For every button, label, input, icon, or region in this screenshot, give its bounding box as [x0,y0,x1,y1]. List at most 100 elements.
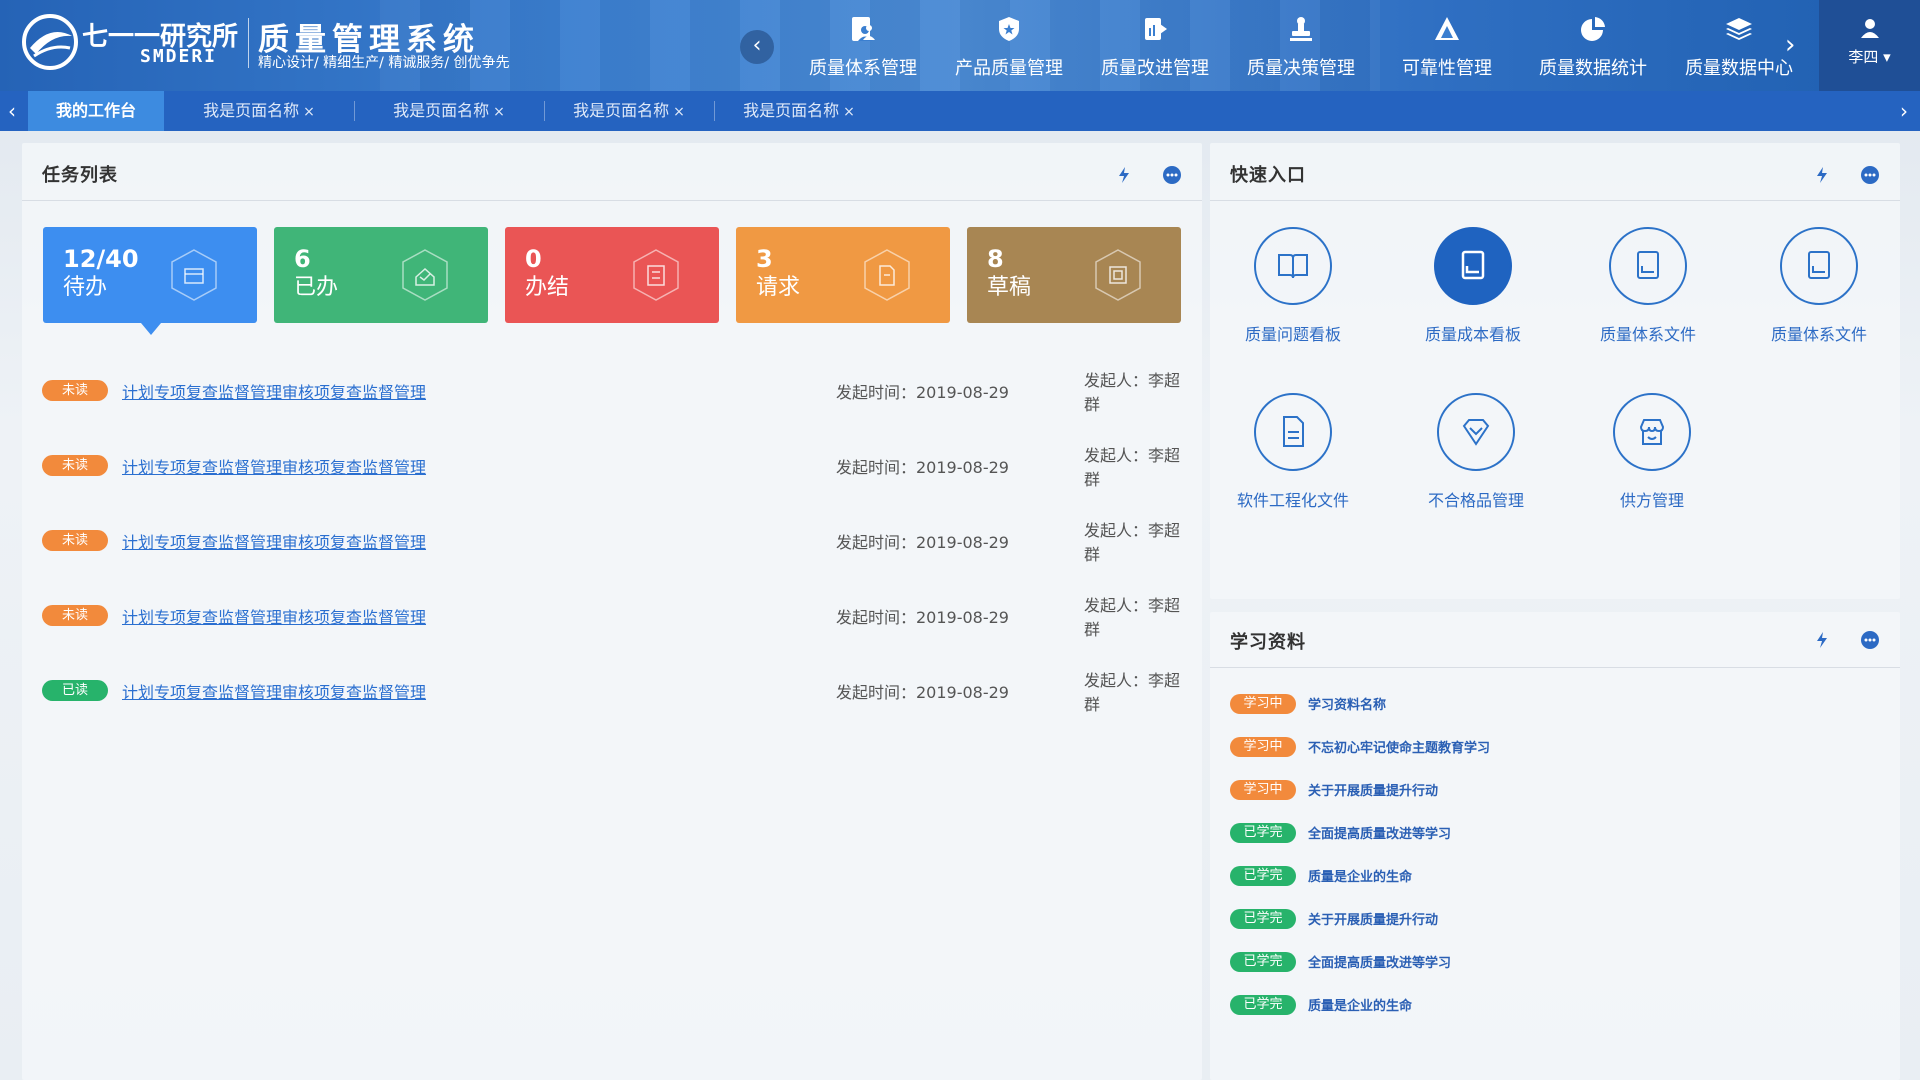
panel-title: 快速入口 [1230,165,1306,186]
learning-item[interactable]: 学习中 不忘初心牢记使命主题教育学习 [1230,725,1490,768]
tab-label: 我是页面名称 [743,101,840,120]
quick-entry-item[interactable]: 不合格品管理 [1396,393,1556,511]
task-title-link[interactable]: 计划专项复查监督管理审核项复查监督管理 [122,529,426,553]
tab-close-icon[interactable]: × [673,104,685,120]
nav-item-product-quality[interactable]: 产品质量管理 [936,0,1082,91]
more-icon[interactable] [1860,165,1880,185]
task-time: 发起时间：2019-08-29 [836,532,1009,552]
slogan: 精心设计/ 精细生产/ 精诚服务/ 创优争先 [258,55,510,71]
user-menu[interactable]: 李四 ▾ [1819,0,1920,91]
tab-page[interactable]: 我是页面名称 × [354,91,544,131]
top-header: 七一一研究所 SMDERI 质量管理系统 精心设计/ 精细生产/ 精诚服务/ 创… [0,0,1920,91]
refresh-icon[interactable] [1114,165,1134,185]
tab-close-icon[interactable]: × [493,104,505,120]
stat-request[interactable]: 3 请求 [736,227,950,323]
panel-header: 学习资料 [1210,612,1900,668]
status-badge: 学习中 [1230,693,1296,714]
status-badge: 学习中 [1230,779,1296,800]
checklist-icon [633,249,679,301]
panel-tools [1812,165,1880,185]
task-title-link[interactable]: 计划专项复查监督管理审核项复查监督管理 [122,454,426,478]
nav-item-quality-stats[interactable]: 质量数据统计 [1520,0,1666,91]
stat-draft[interactable]: 8 草稿 [967,227,1181,323]
task-title-link[interactable]: 计划专项复查监督管理审核项复查监督管理 [122,679,426,703]
tab-label: 我是页面名称 [393,101,490,120]
quick-entry-label: 不合格品管理 [1427,491,1524,510]
learning-item[interactable]: 已学完 质量是企业的生命 [1230,983,1490,1026]
quick-entry-label: 质量体系文件 [1599,325,1696,344]
learning-title[interactable]: 不忘初心牢记使命主题教育学习 [1308,737,1490,756]
learning-title[interactable]: 关于开展质量提升行动 [1308,909,1438,928]
refresh-icon[interactable] [1812,165,1832,185]
task-row: 未读 计划专项复查监督管理审核项复查监督管理 发起时间：2019-08-29 发… [42,503,1182,578]
nav-next-button[interactable]: › [1785,30,1795,60]
task-initiator: 发起人：李超群 [1084,595,1181,639]
quick-entry-item[interactable]: 质量成本看板 [1393,227,1553,345]
nav-item-reliability[interactable]: 可靠性管理 [1374,0,1520,91]
learning-title[interactable]: 关于开展质量提升行动 [1308,780,1438,799]
task-row: 未读 计划专项复查监督管理审核项复查监督管理 发起时间：2019-08-29 发… [42,353,1182,428]
user-icon [1860,19,1879,38]
stat-done[interactable]: 6 已办 [274,227,488,323]
page-tabs: ‹ 我的工作台 我是页面名称 × 我是页面名称 × 我是页面名称 × 我是页面名称 × … [0,91,1920,131]
learning-item[interactable]: 已学完 全面提高质量改进等学习 [1230,811,1490,854]
status-badge: 已学完 [1230,951,1296,972]
learning-item[interactable]: 学习中 关于开展质量提升行动 [1230,768,1490,811]
learning-title[interactable]: 全面提高质量改进等学习 [1308,823,1451,842]
learning-title[interactable]: 全面提高质量改进等学习 [1308,952,1451,971]
tabs-scroll-left[interactable]: ‹ [0,91,24,131]
status-badge: 未读 [42,380,108,401]
quick-entry-label: 质量体系文件 [1770,325,1867,344]
task-title-link[interactable]: 计划专项复查监督管理审核项复查监督管理 [122,604,426,628]
learning-item[interactable]: 已学完 关于开展质量提升行动 [1230,897,1490,940]
tab-label: 我是页面名称 [203,101,300,120]
tab-label: 我的工作台 [55,101,136,120]
nav-item-quality-system[interactable]: 质量体系管理 [790,0,936,91]
task-title-link[interactable]: 计划专项复查监督管理审核项复查监督管理 [122,379,426,403]
nav-prev-button[interactable]: ‹ [740,30,774,64]
status-badge: 未读 [42,605,108,626]
inbox-icon [171,249,217,301]
quick-entry-label: 软件工程化文件 [1236,491,1349,510]
nav-item-quality-improve[interactable]: 质量改进管理 [1082,0,1228,91]
refresh-icon[interactable] [1812,630,1832,650]
stat-todo[interactable]: 12/40 待办 [43,227,257,335]
status-badge: 未读 [42,530,108,551]
quick-entry-item[interactable]: 软件工程化文件 [1213,393,1373,511]
task-initiator: 发起人：李超群 [1084,370,1181,414]
learning-item[interactable]: 学习中 学习资料名称 [1230,682,1490,725]
tabs-scroll-right[interactable]: › [1892,91,1916,131]
document-icon [1780,227,1858,305]
panel-tools [1812,630,1880,650]
status-badge: 已学完 [1230,994,1296,1015]
tab-close-icon[interactable]: × [843,104,855,120]
tab-close-icon[interactable]: × [303,104,315,120]
quick-entry-item[interactable]: 质量体系文件 [1568,227,1728,345]
file-text-icon [1254,393,1332,471]
more-icon[interactable] [1860,630,1880,650]
task-initiator: 发起人：李超群 [1084,670,1181,714]
learning-item[interactable]: 已学完 全面提高质量改进等学习 [1230,940,1490,983]
tab-page[interactable]: 我是页面名称 × [714,91,884,131]
book-icon [1254,227,1332,305]
task-panel: 任务列表 12/40 待办 6 已办 0 办结 3 请求 8 草稿 未读 计划专… [22,143,1202,1080]
more-icon[interactable] [1162,165,1182,185]
nav-item-quality-decision[interactable]: 质量决策管理 [1228,0,1374,91]
logo[interactable]: 七一一研究所 SMDERI 质量管理系统 精心设计/ 精细生产/ 精诚服务/ 创… [22,10,582,80]
quick-entry-label: 质量成本看板 [1424,325,1521,344]
learning-title[interactable]: 学习资料名称 [1308,694,1386,713]
learning-title[interactable]: 质量是企业的生命 [1308,995,1412,1014]
quick-entry-item[interactable]: 质量问题看板 [1213,227,1373,345]
quick-entry-item[interactable]: 质量体系文件 [1739,227,1899,345]
learning-item[interactable]: 已学完 质量是企业的生命 [1230,854,1490,897]
tab-workbench[interactable]: 我的工作台 [28,91,164,131]
tab-page[interactable]: 我是页面名称 × [164,91,354,131]
stat-closed[interactable]: 0 办结 [505,227,719,323]
tab-page[interactable]: 我是页面名称 × [544,91,714,131]
task-row: 未读 计划专项复查监督管理审核项复查监督管理 发起时间：2019-08-29 发… [42,578,1182,653]
panel-title: 学习资料 [1230,632,1306,653]
quick-entry-item[interactable]: 供方管理 [1572,393,1732,511]
learning-title[interactable]: 质量是企业的生命 [1308,866,1412,885]
task-list: 未读 计划专项复查监督管理审核项复查监督管理 发起时间：2019-08-29 发… [42,353,1182,728]
logo-divider [248,18,249,68]
